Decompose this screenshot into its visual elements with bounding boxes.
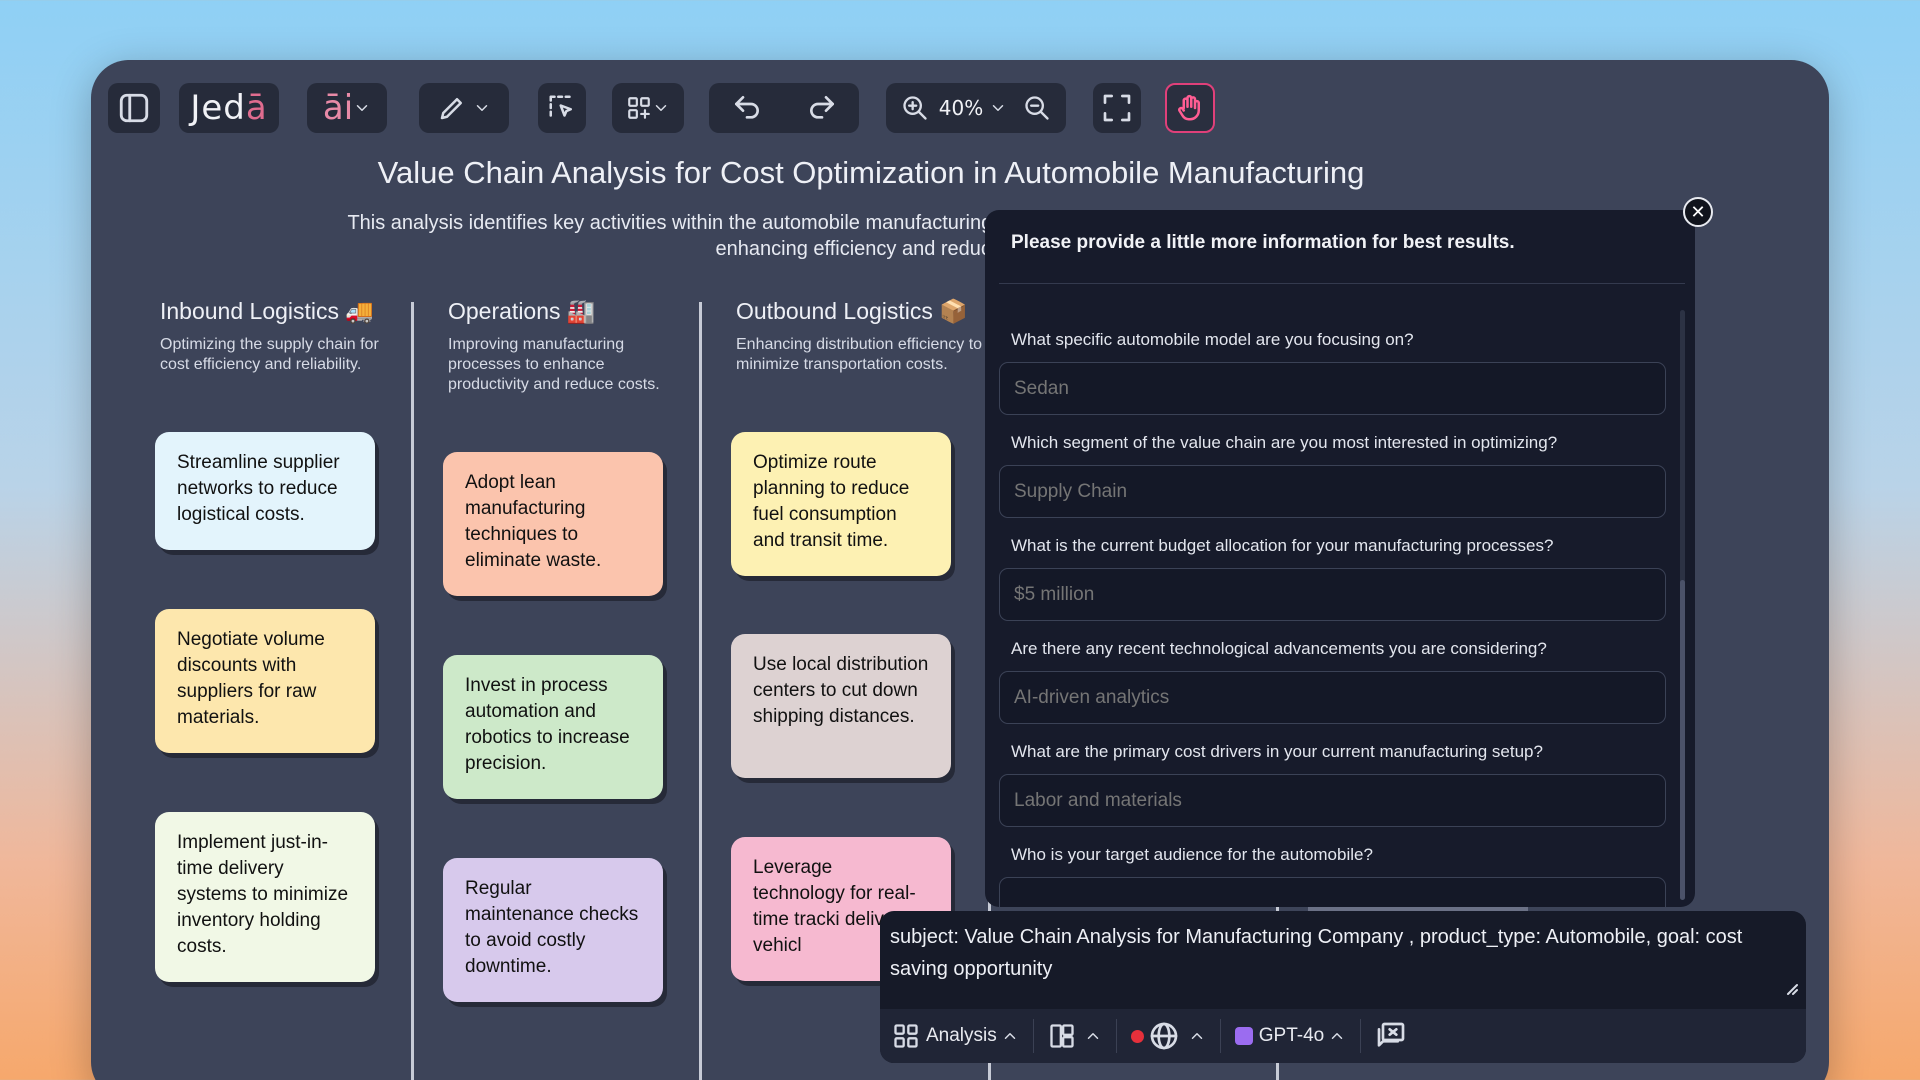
- chevron-up-icon[interactable]: [1084, 1027, 1102, 1045]
- footer-divider: [1219, 1019, 1221, 1053]
- chevron-up-icon[interactable]: [1328, 1027, 1346, 1045]
- analysis-mode-label[interactable]: Analysis: [926, 1025, 997, 1047]
- column-title: Outbound Logistics 📦: [736, 298, 968, 324]
- zoom-group: 40%: [886, 83, 1066, 133]
- column-divider: [411, 302, 414, 1080]
- resize-handle-icon[interactable]: [1786, 983, 1798, 995]
- redo-icon[interactable]: [806, 92, 838, 124]
- column-description: Enhancing distribution efficiency to min…: [736, 336, 983, 373]
- hand-tool-button[interactable]: [1165, 83, 1215, 133]
- select-tool-button[interactable]: [538, 83, 586, 133]
- jeda-logo[interactable]: Jedā: [179, 83, 279, 133]
- question-label: What are the primary cost drivers in you…: [1011, 742, 1543, 761]
- sticky-note[interactable]: Regular maintenance checks to avoid cost…: [443, 858, 663, 1002]
- chat-icon[interactable]: [1375, 1020, 1407, 1052]
- question-label: What specific automobile model are you f…: [1011, 330, 1414, 349]
- page-title: Value Chain Analysis for Cost Optimizati…: [377, 155, 1365, 190]
- answer-input[interactable]: [999, 671, 1666, 724]
- question-label: Who is your target audience for the auto…: [1011, 845, 1373, 864]
- pen-tool-button[interactable]: [419, 83, 509, 133]
- question-label: Which segment of the value chain are you…: [1011, 433, 1558, 452]
- question-label: Are there any recent technological advan…: [1011, 639, 1547, 658]
- answer-input[interactable]: [999, 877, 1666, 907]
- sidebar-toggle-button[interactable]: [108, 83, 160, 133]
- answer-input[interactable]: [999, 774, 1666, 827]
- factory-icon: 🏭: [566, 298, 596, 324]
- footer-divider: [1032, 1019, 1034, 1053]
- question-label: What is the current budget allocation fo…: [1011, 536, 1554, 555]
- column-description: Optimizing the supply chain for cost eff…: [160, 336, 379, 373]
- sticky-note[interactable]: Negotiate volume discounts with supplier…: [155, 609, 375, 753]
- close-icon: ✕: [1690, 201, 1706, 223]
- select-icon: [549, 95, 572, 117]
- undo-icon[interactable]: [731, 92, 763, 124]
- close-dialog-button[interactable]: ✕: [1683, 197, 1713, 227]
- prompt-input[interactable]: subject: Value Chain Analysis for Manufa…: [890, 921, 1790, 985]
- logo-text: Jed: [190, 88, 246, 128]
- answer-input[interactable]: [999, 362, 1666, 415]
- grid-icon: [628, 97, 650, 119]
- ai-menu-button[interactable]: āi: [307, 83, 387, 133]
- sticky-note[interactable]: Invest in process automation and robotic…: [443, 655, 663, 799]
- chevron-down-icon: [655, 105, 667, 111]
- model-icon: [1234, 1027, 1253, 1045]
- zoom-in-icon[interactable]: [901, 94, 929, 122]
- more-info-dialog: Please provide a little more information…: [985, 210, 1695, 907]
- hand-icon: [1178, 94, 1200, 121]
- history-group: [709, 83, 859, 133]
- truck-icon: 🚚: [345, 298, 375, 324]
- footer-divider: [1360, 1019, 1362, 1053]
- dialog-divider: [999, 283, 1685, 284]
- layout-icon[interactable]: [1048, 1022, 1076, 1050]
- fullscreen-button[interactable]: [1093, 83, 1141, 133]
- record-indicator: [1130, 1029, 1144, 1043]
- dialog-heading: Please provide a little more information…: [1011, 232, 1515, 253]
- logo-accent: ā: [245, 88, 268, 128]
- analysis-icon[interactable]: [892, 1022, 920, 1050]
- chevron-up-icon[interactable]: [1001, 1027, 1019, 1045]
- zoom-level[interactable]: 40%: [939, 96, 983, 120]
- zoom-out-icon[interactable]: [1023, 94, 1051, 122]
- column-divider: [699, 302, 702, 1080]
- sticky-note[interactable]: Use local distribution centers to cut do…: [731, 634, 951, 778]
- prompt-footer: Analysis GPT-4o: [880, 1009, 1806, 1063]
- ai-label: āi: [322, 88, 354, 128]
- fullscreen-icon: [1103, 94, 1131, 122]
- dialog-scrollbar-thumb[interactable]: [1680, 580, 1685, 900]
- sidebar-icon: [119, 93, 149, 123]
- chevron-down-icon[interactable]: [989, 99, 1007, 117]
- column-title: Inbound Logistics 🚚: [160, 298, 375, 324]
- globe-icon[interactable]: [1148, 1020, 1180, 1052]
- answer-input[interactable]: [999, 568, 1666, 621]
- answer-input[interactable]: [999, 465, 1666, 518]
- footer-divider: [1115, 1019, 1117, 1053]
- package-icon: 📦: [939, 298, 968, 324]
- sticky-note[interactable]: Adopt lean manufacturing techniques to e…: [443, 452, 663, 596]
- prompt-panel: subject: Value Chain Analysis for Manufa…: [880, 911, 1806, 1063]
- pen-icon: [440, 98, 462, 120]
- chevron-down-icon: [356, 105, 368, 111]
- chevron-down-icon: [476, 105, 488, 111]
- layout-menu-button[interactable]: [612, 83, 684, 133]
- chevron-up-icon[interactable]: [1188, 1027, 1206, 1045]
- column-title: Operations 🏭: [448, 298, 596, 324]
- sticky-note[interactable]: Streamline supplier networks to reduce l…: [155, 432, 375, 550]
- sticky-note[interactable]: Optimize route planning to reduce fuel c…: [731, 432, 951, 576]
- sticky-note[interactable]: Implement just-in-time delivery systems …: [155, 812, 375, 982]
- model-label[interactable]: GPT-4o: [1259, 1025, 1324, 1047]
- column-description: Improving manufacturing processes to enh…: [448, 336, 660, 393]
